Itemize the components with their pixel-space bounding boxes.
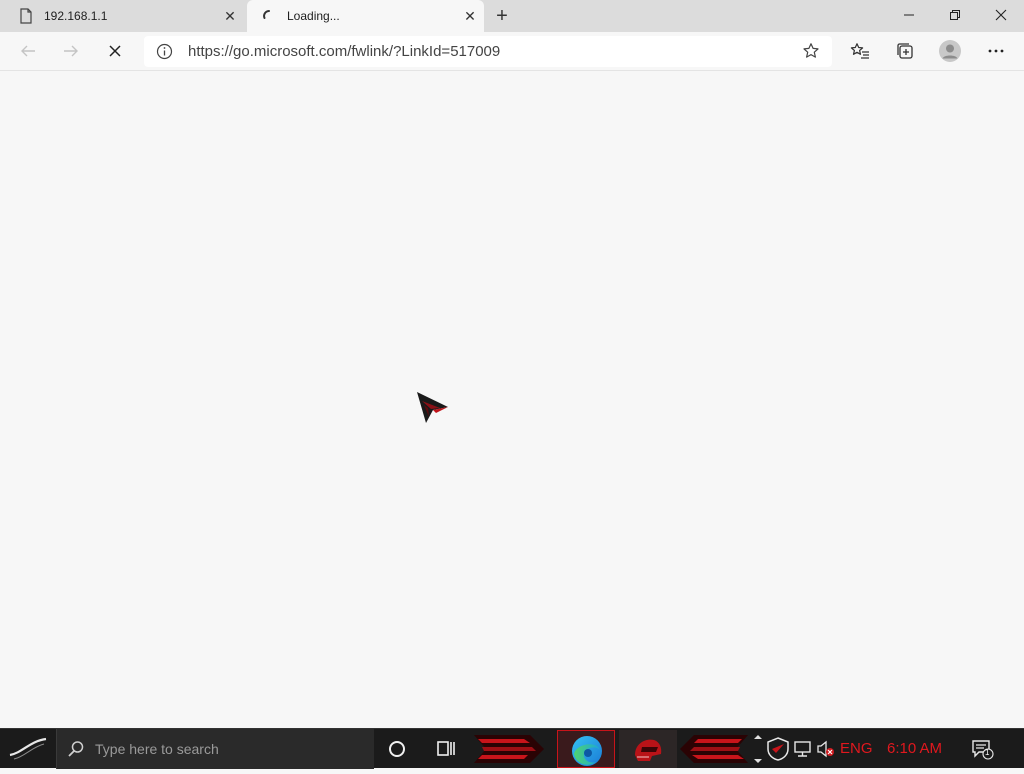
browser-toolbar: https://go.microsoft.com/fwlink/?LinkId=… [0, 32, 1024, 71]
restore-button[interactable] [932, 0, 978, 30]
close-tab-icon[interactable]: ✕ [460, 6, 480, 26]
close-icon [995, 9, 1007, 21]
input-language[interactable]: ENG [840, 740, 873, 757]
site-info-icon[interactable] [156, 43, 173, 65]
taskbar-scroll-buttons[interactable] [752, 731, 764, 767]
restore-icon [950, 10, 960, 20]
stop-icon [109, 45, 121, 57]
profile-button[interactable] [935, 36, 965, 66]
mouse-cursor-icon [416, 391, 450, 430]
back-arrow-icon [21, 45, 35, 57]
cortana-button[interactable] [383, 737, 411, 761]
more-dots-icon [988, 49, 1004, 53]
loading-spinner-icon [261, 8, 277, 24]
helmet-app-icon [635, 739, 662, 761]
tray-network[interactable] [793, 740, 813, 758]
tray-shield[interactable] [766, 736, 790, 762]
start-logo-icon [9, 737, 47, 760]
notification-count: 1 [985, 748, 990, 757]
clock[interactable]: 6:10 AM [887, 740, 942, 757]
search-placeholder: Type here to search [95, 741, 219, 757]
action-center-button[interactable]: 1 [970, 738, 994, 760]
red-deco-right [680, 735, 748, 763]
tab-title: 192.168.1.1 [44, 9, 108, 23]
favorites-list-icon [850, 43, 869, 59]
tab-title: Loading... [287, 9, 340, 23]
url-text[interactable]: https://go.microsoft.com/fwlink/?LinkId=… [188, 43, 500, 60]
back-button[interactable] [13, 36, 43, 66]
tab-loading[interactable]: Loading... ✕ [247, 0, 484, 32]
tab-router[interactable]: 192.168.1.1 ✕ [4, 0, 244, 32]
minimize-button[interactable] [886, 0, 932, 30]
favorite-star-icon[interactable] [802, 42, 820, 65]
stop-loading-button[interactable] [100, 36, 130, 66]
tray-volume[interactable] [816, 740, 836, 758]
edge-browser-icon [572, 736, 602, 766]
task-view-button[interactable] [432, 737, 460, 761]
cortana-circle-icon [389, 741, 405, 757]
taskbar: Type here to search ENG 6:10 AM 1 [0, 728, 1024, 769]
page-icon [18, 8, 34, 24]
forward-button[interactable] [56, 36, 86, 66]
network-icon [794, 741, 811, 757]
start-button[interactable] [0, 729, 56, 769]
tab-strip: 192.168.1.1 ✕ Loading... ✕ + [0, 0, 1024, 32]
close-window-button[interactable] [978, 0, 1024, 30]
collections-icon [897, 43, 913, 59]
taskbar-search[interactable]: Type here to search [56, 729, 374, 769]
task-view-icon [437, 741, 455, 756]
favorites-button[interactable] [845, 36, 875, 66]
notifications-icon [972, 740, 994, 760]
security-shield-icon [767, 737, 789, 761]
close-tab-icon[interactable]: ✕ [220, 6, 240, 26]
settings-more-button[interactable] [981, 36, 1011, 66]
collections-button[interactable] [890, 36, 920, 66]
red-deco-left [474, 735, 544, 763]
taskbar-armoury-app[interactable] [619, 730, 677, 768]
scroll-arrows-icon [754, 735, 762, 763]
avatar-icon [939, 40, 961, 62]
volume-muted-icon [817, 740, 834, 758]
forward-arrow-icon [64, 45, 78, 57]
new-tab-button[interactable]: + [490, 4, 514, 28]
search-icon [67, 740, 85, 763]
minimize-icon [904, 14, 914, 16]
address-bar[interactable]: https://go.microsoft.com/fwlink/?LinkId=… [144, 36, 832, 67]
taskbar-edge-app[interactable] [557, 730, 615, 768]
page-content [0, 71, 1024, 728]
